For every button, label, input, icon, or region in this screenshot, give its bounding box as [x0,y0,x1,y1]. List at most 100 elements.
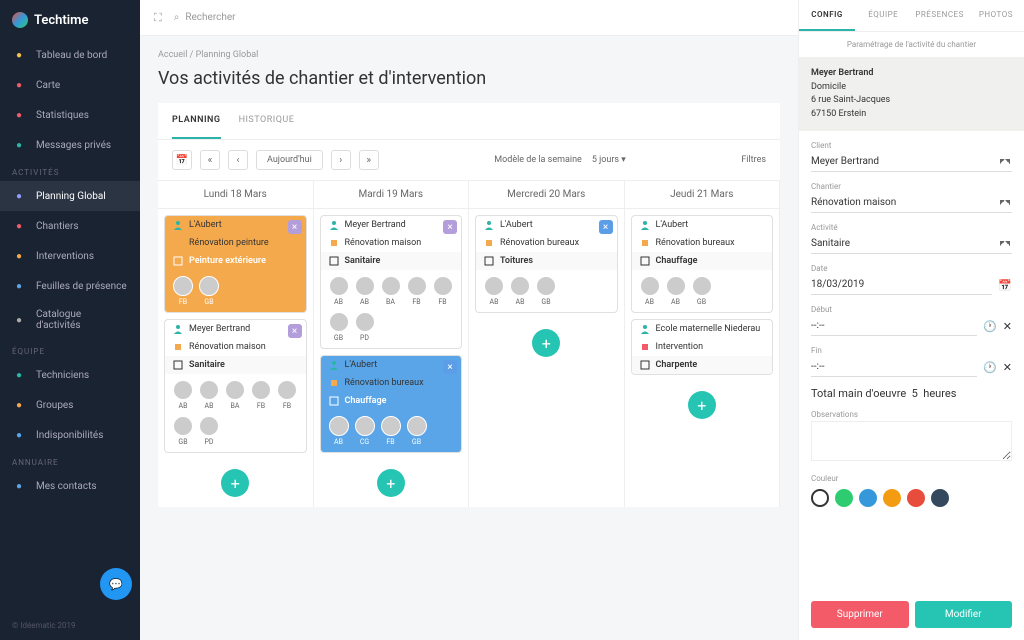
color-swatch[interactable] [883,489,901,507]
color-swatch[interactable] [835,489,853,507]
close-icon[interactable]: × [599,220,613,234]
sidebar-item[interactable]: ●Planning Global [0,181,140,211]
rtab-presences[interactable]: PRÉSENCES [911,0,968,31]
avatar[interactable]: AB [510,276,530,306]
sidebar-item[interactable]: ●Messages privés [0,130,140,160]
sidebar-item[interactable]: ●Statistiques [0,100,140,130]
close-icon[interactable]: × [443,220,457,234]
avatar[interactable]: GB [173,416,193,446]
avatar[interactable]: BA [225,380,245,410]
sidebar-item[interactable]: ●Chantiers [0,211,140,241]
tab-planning[interactable]: PLANNING [172,103,221,139]
add-activity-button[interactable]: + [532,329,560,357]
delete-button[interactable]: Supprimer [811,601,909,628]
activity-card[interactable]: L'AubertRénovation bureauxChauffageABABG… [631,215,774,313]
obs-textarea[interactable] [811,421,1012,461]
avatar[interactable]: BA [381,276,401,306]
activity-card[interactable]: ×Meyer BertrandRénovation maisonSanitair… [320,215,463,349]
card-task: Chauffage [656,256,698,266]
fin-input[interactable] [811,357,977,377]
tab-historique[interactable]: HISTORIQUE [239,103,295,139]
calendar-picker-icon[interactable]: 📅 [998,279,1012,292]
add-activity-button[interactable]: + [221,469,249,497]
avatar[interactable]: GB [329,312,349,342]
sidebar-item[interactable]: ●Groupes [0,390,140,420]
avatar[interactable]: AB [640,276,660,306]
avatar[interactable]: FB [173,276,193,306]
clock-icon[interactable]: 🕐 [983,320,997,333]
activite-select[interactable]: Sanitaire [811,234,1012,254]
clear-debut[interactable]: ✕ [1003,320,1012,333]
avatar[interactable]: PD [199,416,219,446]
clear-fin[interactable]: ✕ [1003,361,1012,374]
sidebar-item[interactable]: ●Carte [0,70,140,100]
activity-card[interactable]: ×L'AubertRénovation peinturePeinture ext… [164,215,307,313]
planning-grid: Lundi 18 Mars×L'AubertRénovation peintur… [158,181,780,507]
sidebar-item[interactable]: ●Tableau de bord [0,40,140,70]
avatar[interactable]: GB [407,416,427,446]
avatar[interactable]: AB [666,276,686,306]
expand-icon[interactable]: ⛶ [154,11,162,25]
avatar[interactable]: PD [355,312,375,342]
sidebar-item-label: Indisponibilités [36,430,103,441]
add-activity-button[interactable]: + [377,469,405,497]
activity-card[interactable]: ×L'AubertRénovation bureauxToituresABABG… [475,215,618,313]
chat-bubble-button[interactable]: 💬 [100,568,132,600]
sidebar-item[interactable]: ●Techniciens [0,360,140,390]
avatar[interactable]: FB [251,380,271,410]
sidebar-item[interactable]: ●Interventions [0,241,140,271]
detail-panel: CONFIG ÉQUIPE PRÉSENCES PHOTOS Paramétra… [798,0,1024,640]
clock-icon[interactable]: 🕐 [983,361,997,374]
filters-link[interactable]: Filtres [741,155,766,165]
avatar[interactable]: GB [536,276,556,306]
week-model-select[interactable]: 5 jours ▾ [592,155,626,165]
next-button[interactable]: › [331,150,351,170]
close-icon[interactable]: × [288,324,302,338]
sidebar-item[interactable]: ●Mes contacts [0,471,140,501]
avatar[interactable]: GB [199,276,219,306]
client-select[interactable]: Meyer Bertrand [811,152,1012,172]
sidebar-item[interactable]: ●Indisponibilités [0,420,140,450]
color-swatch[interactable] [931,489,949,507]
avatar[interactable]: FB [407,276,427,306]
activity-card[interactable]: ×L'AubertRénovation bureauxChauffageABCG… [320,355,463,453]
avatar[interactable]: FB [381,416,401,446]
close-icon[interactable]: × [288,220,302,234]
add-activity-button[interactable]: + [688,391,716,419]
today-button[interactable]: Aujourd'hui [256,150,323,170]
color-swatch[interactable] [811,489,829,507]
breadcrumb-home[interactable]: Accueil [158,50,187,60]
prev-button[interactable]: ‹ [228,150,248,170]
calendar-icon[interactable]: 📅 [172,150,192,170]
first-button[interactable]: « [200,150,220,170]
avatar[interactable]: GB [692,276,712,306]
color-swatch[interactable] [907,489,925,507]
page-title: Vos activités de chantier et d'intervent… [158,68,780,89]
debut-input[interactable] [811,316,977,336]
avatar[interactable]: FB [277,380,297,410]
last-button[interactable]: » [359,150,379,170]
rtab-equipe[interactable]: ÉQUIPE [855,0,911,31]
avatar[interactable]: AB [329,276,349,306]
activity-card[interactable]: Ecole maternelle NiederauInterventionCha… [631,319,774,375]
avatar[interactable]: AB [199,380,219,410]
avatar[interactable]: AB [173,380,193,410]
avatar[interactable]: AB [484,276,504,306]
card-client: Meyer Bertrand [189,324,250,334]
activity-card[interactable]: ×Meyer BertrandRénovation maisonSanitair… [164,319,307,453]
rtab-photos[interactable]: PHOTOS [968,0,1024,31]
avatar[interactable]: FB [433,276,453,306]
modify-button[interactable]: Modifier [915,601,1013,628]
avatar[interactable]: AB [355,276,375,306]
color-swatch[interactable] [859,489,877,507]
rtab-config[interactable]: CONFIG [799,0,855,31]
close-icon[interactable]: × [443,360,457,374]
avatar[interactable]: CG [355,416,375,446]
search[interactable]: ⌕ Rechercher [174,12,236,23]
date-input[interactable] [811,275,992,295]
sidebar-item[interactable]: ●Feuilles de présence [0,271,140,301]
avatar[interactable]: AB [329,416,349,446]
sidebar-item[interactable]: ●Catalogue d'activités [0,301,140,339]
chantier-select[interactable]: Rénovation maison [811,193,1012,213]
user-icon [173,220,183,230]
